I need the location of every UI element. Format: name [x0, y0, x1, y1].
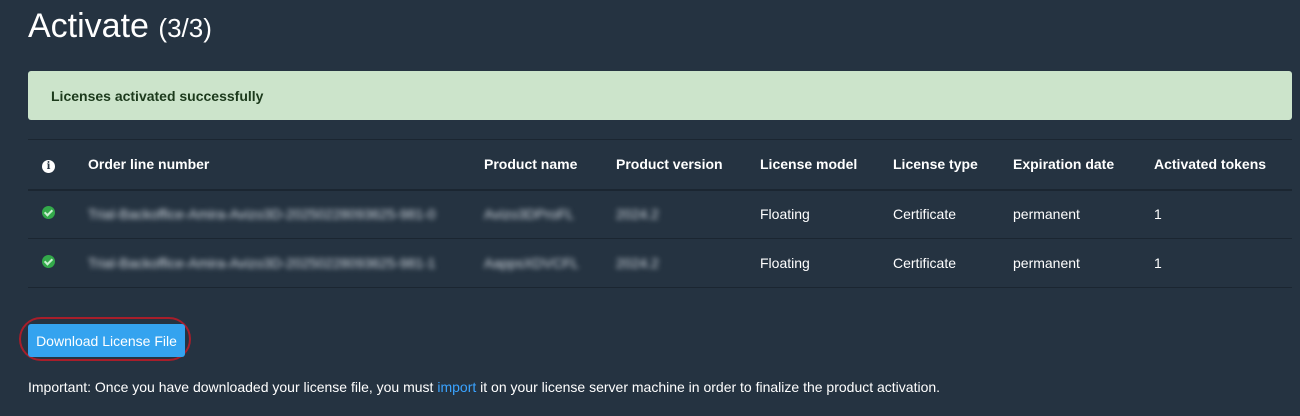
- success-message: Licenses activated successfully: [51, 87, 264, 104]
- note-text-after: it on your license server machine in ord…: [476, 379, 941, 395]
- column-header-order-line: Order line number: [88, 139, 484, 191]
- order-line-cell: Trial-Backoffice-Amira-Avizo3D-202502280…: [88, 189, 484, 239]
- step-indicator: (3/3): [158, 13, 212, 43]
- table-row: Trial-Backoffice-Amira-Avizo3D-202502280…: [28, 189, 1292, 239]
- column-header-activated-tokens: Activated tokens: [1154, 139, 1292, 191]
- activated-tokens-cell: 1: [1154, 189, 1292, 239]
- import-link[interactable]: import: [437, 379, 476, 395]
- order-line-cell: Trial-Backoffice-Amira-Avizo3D-202502280…: [88, 238, 484, 288]
- info-column-header: i: [28, 139, 88, 191]
- download-license-file-button[interactable]: Download License File: [28, 324, 185, 357]
- product-name-cell: Avizo3DProFL: [484, 189, 616, 239]
- table-row: Trial-Backoffice-Amira-Avizo3D-202502280…: [28, 238, 1292, 288]
- page-title: Activate (3/3): [28, 4, 212, 50]
- column-header-license-type: License type: [893, 139, 1013, 191]
- check-circle-icon: [42, 206, 55, 220]
- product-name-value: AappsXDVCFL: [484, 255, 579, 271]
- product-name-value: Avizo3DProFL: [484, 206, 575, 223]
- page-title-text: Activate: [28, 7, 149, 45]
- license-type-cell: Certificate: [893, 189, 1013, 239]
- success-alert: Licenses activated successfully: [28, 71, 1292, 120]
- order-line-value: Trial-Backoffice-Amira-Avizo3D-202502280…: [88, 206, 436, 223]
- license-type-cell: Certificate: [893, 238, 1013, 288]
- expiration-date-cell: permanent: [1013, 189, 1154, 239]
- expiration-date-cell: permanent: [1013, 238, 1154, 288]
- activated-tokens-cell: 1: [1154, 238, 1292, 288]
- status-cell: [28, 189, 88, 239]
- product-version-value: 2024.2: [616, 206, 659, 223]
- important-note: Important: Once you have downloaded your…: [28, 379, 940, 395]
- license-model-cell: Floating: [760, 189, 893, 239]
- product-version-value: 2024.2: [616, 255, 659, 271]
- column-header-expiration-date: Expiration date: [1013, 139, 1154, 191]
- order-line-value: Trial-Backoffice-Amira-Avizo3D-202502280…: [88, 255, 436, 271]
- license-table: i Order line number Product name Product…: [28, 139, 1292, 288]
- note-text-before: Important: Once you have downloaded your…: [28, 379, 438, 395]
- table-header-row: i Order line number Product name Product…: [28, 139, 1292, 191]
- license-model-cell: Floating: [760, 238, 893, 288]
- info-icon: i: [42, 159, 55, 173]
- column-header-product-version: Product version: [616, 139, 760, 191]
- column-header-product-name: Product name: [484, 139, 616, 191]
- product-version-cell: 2024.2: [616, 238, 760, 288]
- product-version-cell: 2024.2: [616, 189, 760, 239]
- status-cell: [28, 238, 88, 288]
- check-circle-icon: [42, 255, 55, 268]
- column-header-license-model: License model: [760, 139, 893, 191]
- product-name-cell: AappsXDVCFL: [484, 238, 616, 288]
